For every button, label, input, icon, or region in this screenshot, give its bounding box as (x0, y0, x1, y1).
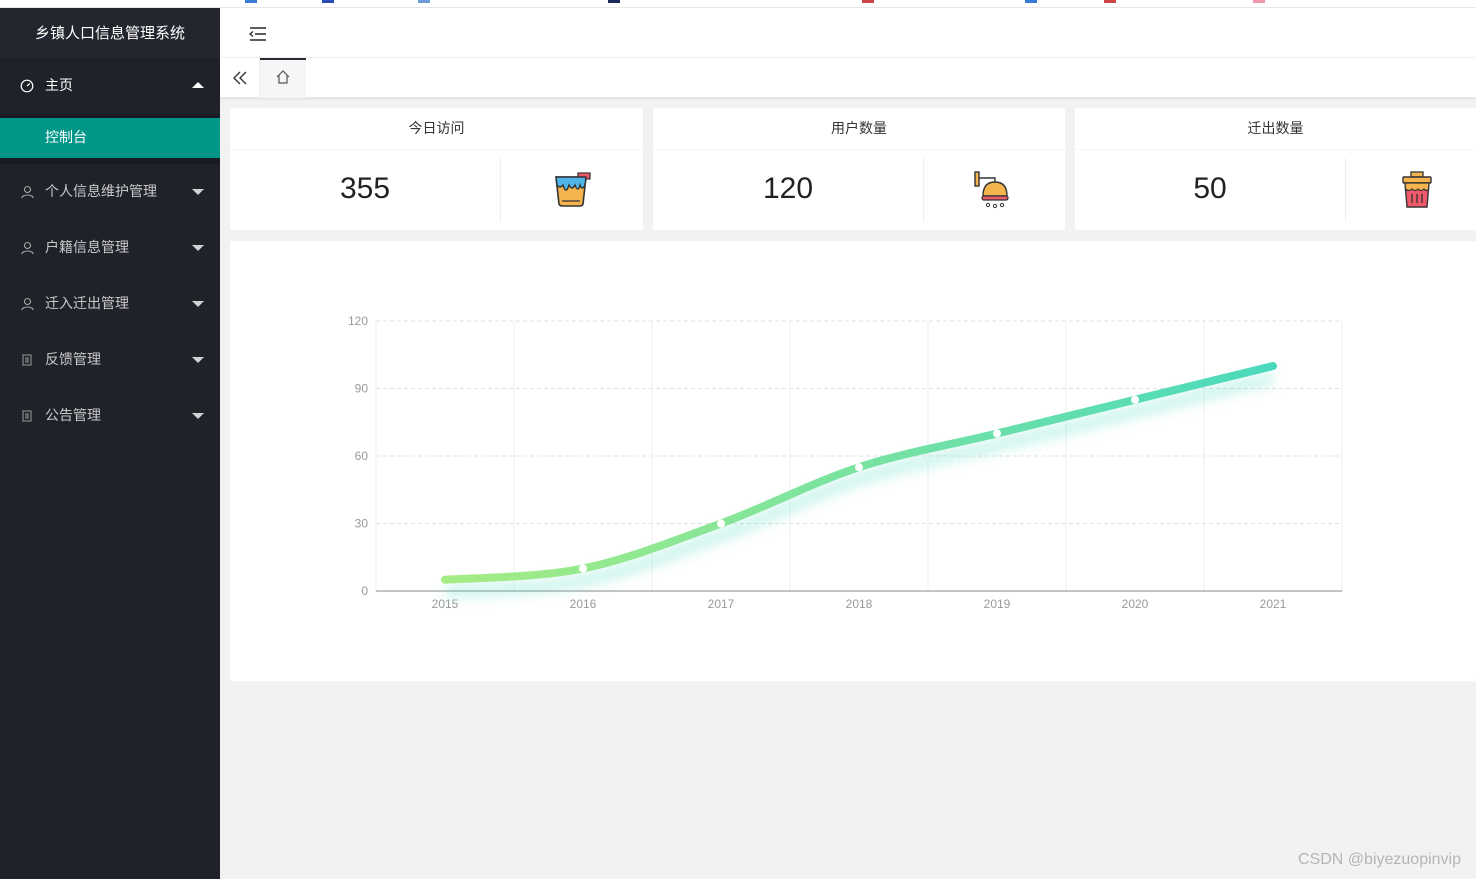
card-title: 迁出数量 (1075, 108, 1476, 150)
header (220, 8, 1476, 58)
sidebar-item-label: 个人信息维护管理 (45, 184, 157, 200)
y-tick-label: 30 (355, 517, 369, 531)
sidebar-item-notice[interactable]: 公告管理 (0, 388, 220, 444)
sidebar-item-household[interactable]: 户籍信息管理 (0, 220, 220, 276)
chevron-up-icon (192, 82, 204, 88)
stat-card-visits: 今日访问 355 (230, 108, 643, 230)
x-tick-label: 2015 (432, 597, 459, 611)
tab-bar (220, 58, 1476, 98)
x-tick-label: 2020 (1122, 597, 1149, 611)
series-line (441, 362, 1277, 584)
user-icon (20, 276, 34, 332)
x-tick-label: 2019 (984, 597, 1011, 611)
home-icon (275, 69, 291, 89)
stat-card-users: 用户数量 120 (653, 108, 1065, 230)
chevron-down-icon (192, 189, 204, 195)
sidebar-item-label: 主页 (45, 78, 73, 94)
y-tick-label: 0 (361, 584, 368, 598)
sidebar-item-console[interactable]: 控制台 (0, 118, 220, 158)
sidebar-item-label: 户籍信息管理 (45, 240, 129, 256)
submenu-home: 控制台 (0, 114, 220, 164)
card-value: 120 (762, 172, 814, 205)
sidebar-item-label: 公告管理 (45, 408, 101, 424)
card-value: 50 (1193, 172, 1227, 205)
line-chart: 0 30 60 90 120 2015 2016 2017 2018 2019 2020 2021 (348, 314, 1343, 611)
y-tick-label: 60 (355, 449, 369, 463)
y-tick-label: 90 (355, 382, 369, 396)
card-value: 355 (339, 172, 391, 205)
x-tick-label: 2016 (570, 597, 597, 611)
sidebar-item-home[interactable]: 主页 (0, 58, 220, 114)
dashboard-icon (20, 58, 34, 114)
double-left-icon[interactable] (220, 58, 260, 98)
series-shadow (444, 373, 1275, 597)
chevron-down-icon (192, 301, 204, 307)
trash-can-icon (1346, 150, 1476, 230)
chevron-down-icon (192, 245, 204, 251)
card-title: 用户数量 (653, 108, 1065, 150)
file-icon (20, 388, 34, 444)
stat-card-moveout: 迁出数量 50 (1075, 108, 1476, 230)
x-tick-label: 2017 (708, 597, 735, 611)
sidebar-item-label: 反馈管理 (45, 352, 101, 368)
menu-shrink-icon[interactable] (246, 23, 270, 45)
chevron-down-icon (192, 413, 204, 419)
sidebar-item-feedback[interactable]: 反馈管理 (0, 332, 220, 388)
sidebar-item-migration[interactable]: 迁入迁出管理 (0, 276, 220, 332)
data-point (855, 463, 863, 472)
paint-bucket-icon (501, 150, 643, 230)
sidebar-item-personal-info[interactable]: 个人信息维护管理 (0, 164, 220, 220)
sidebar-menu: 主页 控制台 个人信息维护管理 户籍信息管理 迁入迁出管理 反馈管理 公告管理 (0, 58, 220, 444)
chevron-down-icon (192, 357, 204, 363)
y-tick-label: 120 (348, 314, 368, 328)
file-icon (20, 332, 34, 388)
watermark: CSDN @biyezuopinvip (1298, 851, 1461, 868)
chart-panel: 0 30 60 90 120 2015 2016 2017 2018 2019 2020 2021 (230, 241, 1476, 681)
card-title: 今日访问 (230, 108, 643, 150)
sidebar-item-label: 迁入迁出管理 (45, 296, 129, 312)
data-point (993, 429, 1001, 438)
app-title: 乡镇人口信息管理系统 (0, 8, 220, 58)
x-tick-label: 2018 (846, 597, 873, 611)
data-point (579, 564, 587, 573)
tab-home[interactable] (260, 58, 306, 98)
x-tick-label: 2021 (1260, 597, 1287, 611)
browser-top-strip (0, 0, 1476, 8)
user-icon (20, 164, 34, 220)
data-point (717, 519, 725, 528)
shower-icon (924, 150, 1066, 230)
data-point (1131, 395, 1139, 404)
user-icon (20, 220, 34, 276)
sidebar: 乡镇人口信息管理系统 主页 控制台 个人信息维护管理 户籍信息管理 迁入迁出管理… (0, 8, 220, 879)
